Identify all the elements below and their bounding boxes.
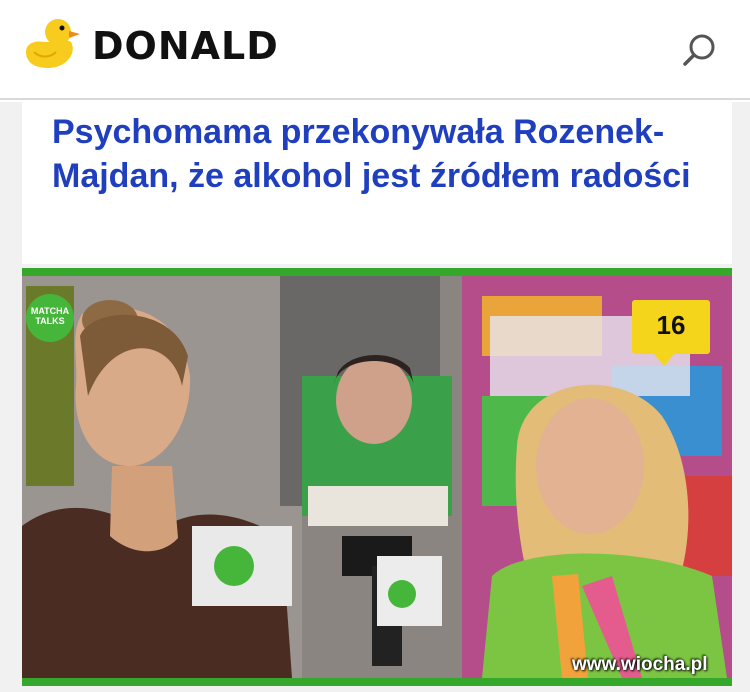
comment-count: 16	[656, 310, 686, 340]
article-title-card[interactable]: Psychomama przekonywała Rozenek-Majdan, …	[22, 102, 732, 264]
article-title[interactable]: Psychomama przekonywała Rozenek-Majdan, …	[52, 110, 722, 198]
hero-photo-illustration	[22, 276, 732, 678]
search-icon[interactable]	[680, 30, 720, 70]
duck-logo-icon[interactable]	[20, 14, 80, 74]
watermark: www.wiocha.pl	[572, 654, 708, 675]
article-area: Psychomama przekonywała Rozenek-Majdan, …	[0, 102, 750, 692]
matcha-talks-badge: MATCHA TALKS	[26, 294, 74, 342]
site-header: DONALD	[0, 0, 750, 100]
matcha-talks-label: MATCHA TALKS	[30, 306, 70, 326]
article-hero-image[interactable]: MATCHA TALKS 16	[22, 268, 732, 686]
site-logo-text[interactable]: DONALD	[92, 24, 279, 68]
comment-count-badge[interactable]: 16	[632, 300, 710, 366]
